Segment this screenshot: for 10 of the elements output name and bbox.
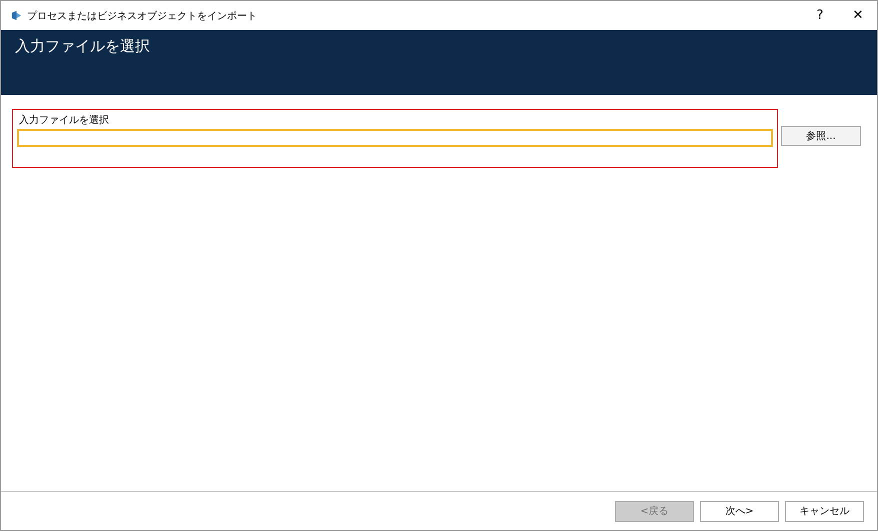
help-button[interactable]: ? (801, 2, 839, 30)
dialog-button[interactable]: キャンセル (785, 500, 864, 522)
close-button[interactable]: ✕ (839, 2, 877, 30)
app-icon (11, 10, 22, 21)
dialog-button[interactable]: 次へ> (700, 500, 779, 522)
field-label: 入力ファイルを選択 (19, 114, 109, 127)
browse-button[interactable]: 参照... (781, 126, 861, 146)
window-title: プロセスまたはビジネスオブジェクトをインポート (27, 10, 257, 22)
file-path-field[interactable] (17, 129, 773, 147)
page-heading: 入力ファイルを選択 (15, 37, 150, 56)
